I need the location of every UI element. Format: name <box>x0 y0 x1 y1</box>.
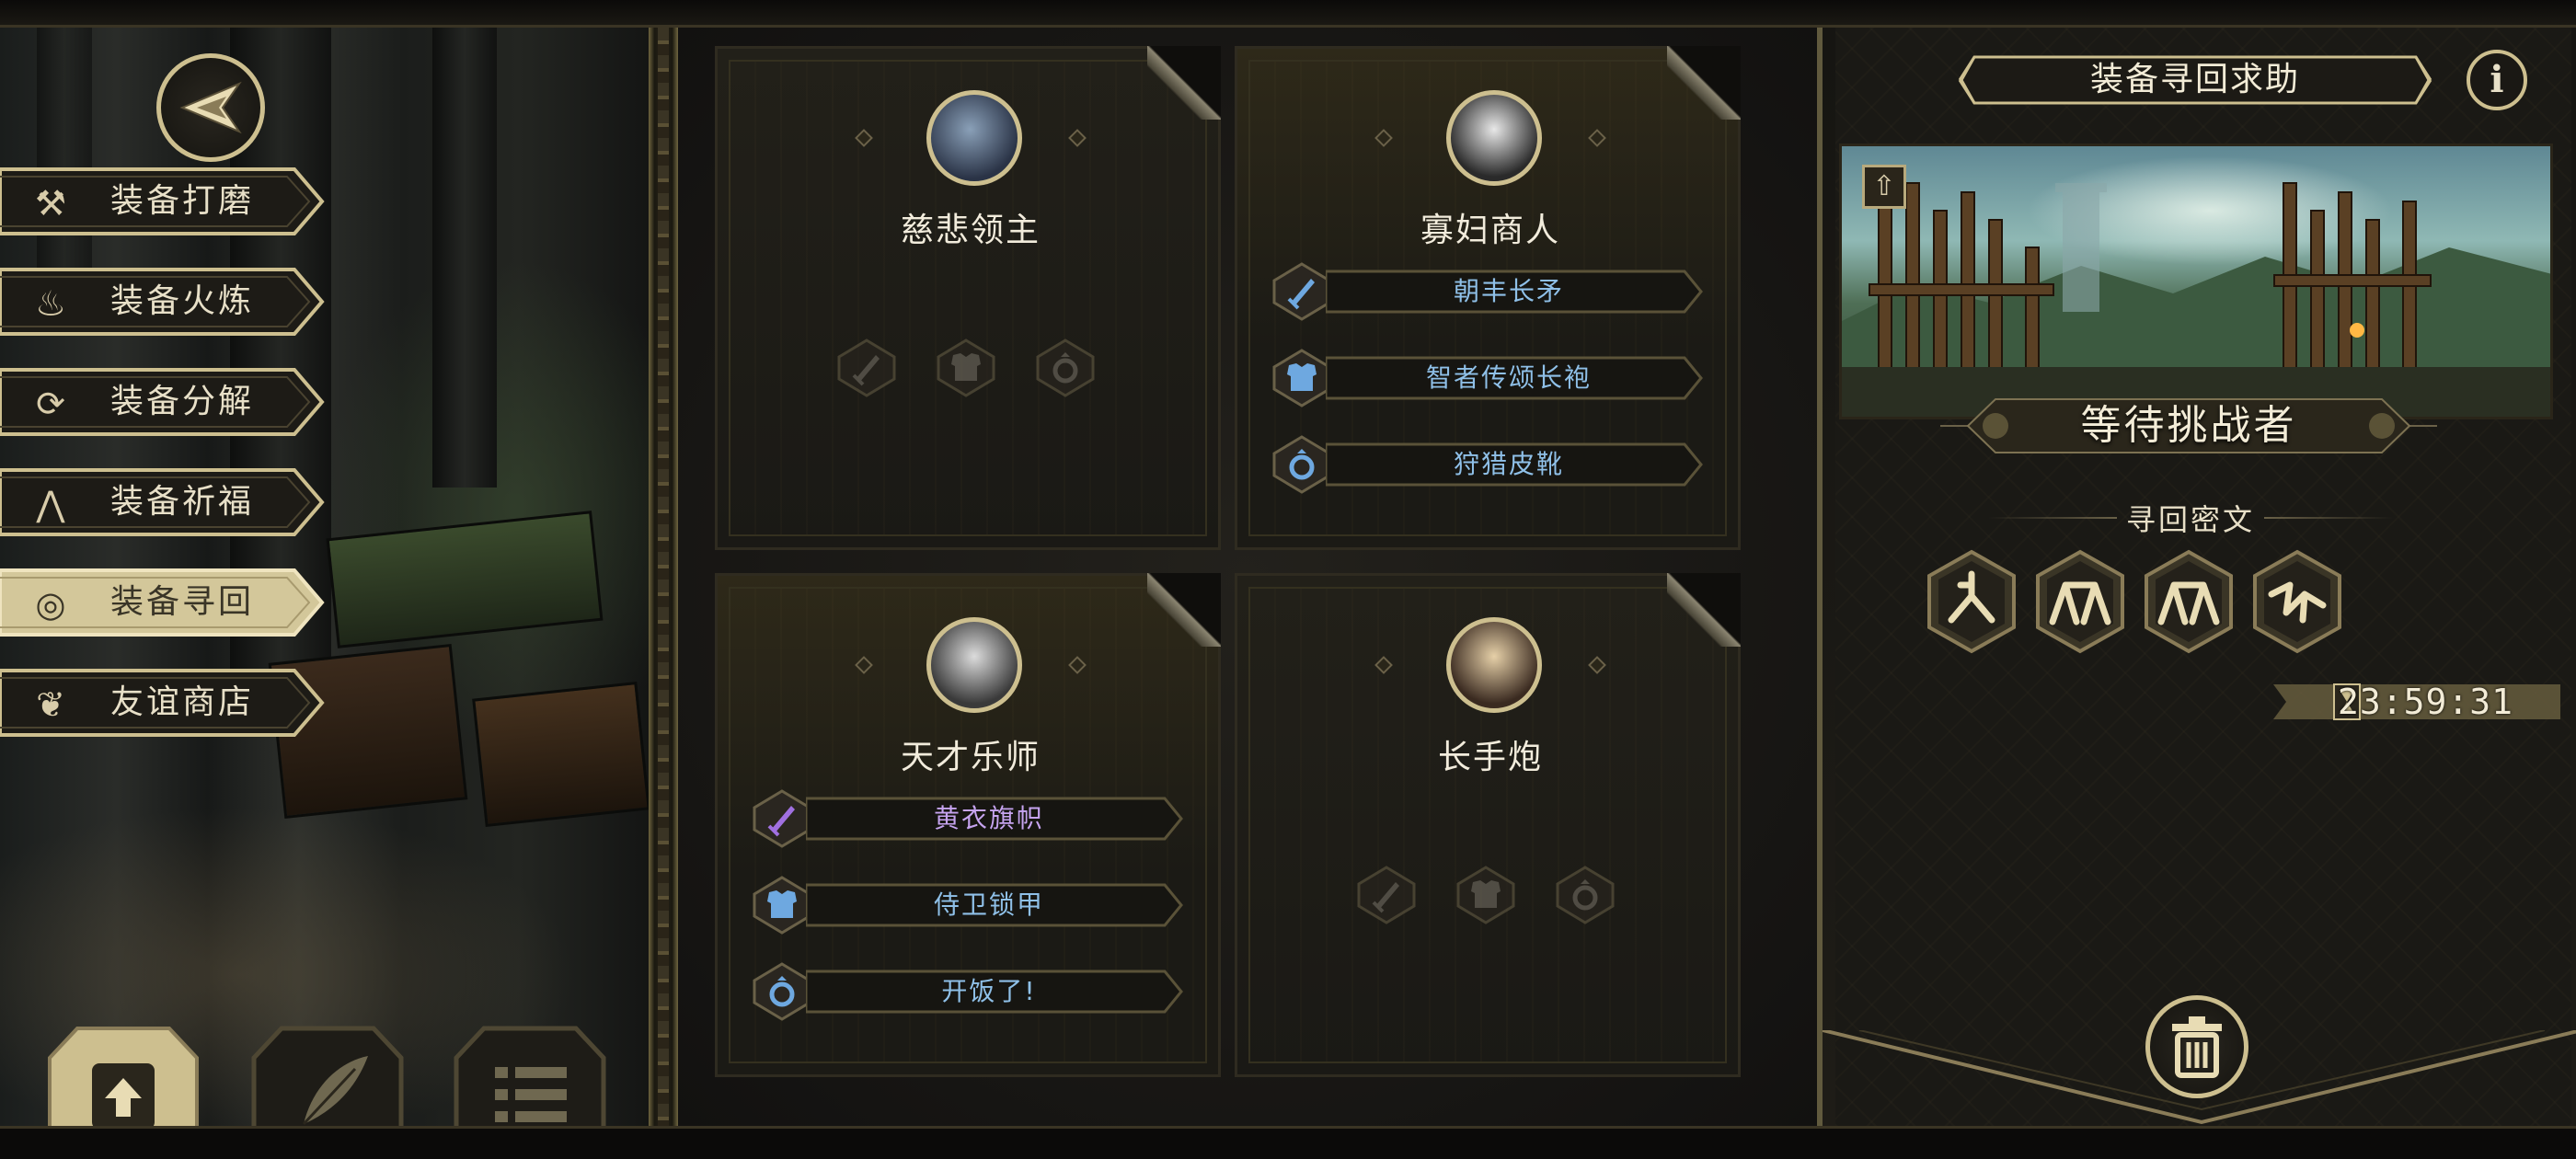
tree-trunk <box>432 28 497 488</box>
equipment-name: 开饭了! <box>941 976 1037 1006</box>
section-rule <box>1988 517 2117 519</box>
list-icon <box>495 1067 567 1122</box>
character-card[interactable]: 寡妇商人朝丰长矛智者传颂长袍 狩猎皮靴 <box>1235 46 1741 550</box>
scene-preview: ⇧ <box>1839 143 2553 419</box>
sidebar-item-label: 装备分解 <box>110 383 255 420</box>
pray-hands-icon: ⋀ <box>36 484 65 524</box>
character-name: 天才乐师 <box>900 739 1041 776</box>
sidebar-item-1[interactable]: ⚒ 装备打磨 <box>0 164 327 239</box>
sidebar-item-3[interactable]: ⟳ 装备分解 <box>0 364 327 440</box>
sword-icon <box>1272 262 1331 321</box>
character-avatar <box>926 617 1022 713</box>
feather-icon <box>304 1058 368 1122</box>
empty-slot-sword-icon[interactable] <box>837 339 900 401</box>
armor-icon <box>1272 349 1331 407</box>
wooden-crate <box>472 681 649 828</box>
equipment-row[interactable]: 开饭了! <box>753 962 1185 1021</box>
ring-icon <box>753 962 811 1021</box>
sidebar-item-label: 装备寻回 <box>110 583 255 621</box>
bottom-tab-feather[interactable] <box>248 1021 407 1126</box>
equipment-row[interactable]: 黄衣旗帜 <box>753 789 1185 848</box>
top-border <box>0 0 2576 28</box>
character-avatar <box>926 90 1022 186</box>
trash-icon <box>2172 1016 2222 1078</box>
left-panel: ⚒ 装备打磨 ♨ 装备火炼 ⟳ 装备分解 ⋀ 装备祈福 ◎ 装备寻回 ❦ 友谊商店 <box>0 28 649 1126</box>
section-title: 寻回密文 <box>2125 502 2255 537</box>
equipment-name: 黄衣旗帜 <box>933 803 1044 833</box>
equipment-name: 狩猎皮靴 <box>1453 449 1564 479</box>
character-grid: 慈悲领主 寡妇商人朝丰长矛智者传颂长袍 狩猎皮靴天才乐师黄衣旗帜侍卫锁甲开饭了! 长手… <box>678 28 1817 1126</box>
rune-3-icon[interactable] <box>2141 548 2237 655</box>
countdown-timer: 23:59:31 <box>2338 682 2514 722</box>
empty-slot-armor-icon[interactable] <box>1456 866 1519 928</box>
game-screen: { "sidebar": { "items": [ {"label": "装备打… <box>0 0 2576 1159</box>
sidebar-item-label: 装备打磨 <box>110 182 255 220</box>
back-arrow-icon <box>179 81 242 134</box>
equipment-row[interactable]: 智者传颂长袍 <box>1272 349 1705 407</box>
character-name: 寡妇商人 <box>1420 212 1560 249</box>
info-button[interactable]: i <box>2467 50 2527 110</box>
ring-icon <box>1272 435 1331 494</box>
panel-divider <box>649 28 678 1126</box>
equipment-row[interactable]: 侍卫锁甲 <box>753 876 1185 935</box>
panel-title: 装备寻回求助 <box>2089 61 2300 98</box>
sidebar-item-label: 装备祈福 <box>110 483 255 521</box>
page-curl <box>1667 573 1741 647</box>
character-name: 慈悲领主 <box>900 212 1041 249</box>
info-icon: i <box>2490 58 2504 101</box>
equipment-name: 侍卫锁甲 <box>933 889 1044 920</box>
equipment-row[interactable]: 狩猎皮靴 <box>1272 435 1705 494</box>
page-curl <box>1667 46 1741 120</box>
sidebar-item-2[interactable]: ♨ 装备火炼 <box>0 264 327 339</box>
character-card[interactable]: 天才乐师黄衣旗帜侍卫锁甲开饭了! <box>715 573 1221 1077</box>
bottom-tab-upload[interactable] <box>44 1021 202 1126</box>
sidebar-item-label: 友谊商店 <box>110 683 255 721</box>
status-label: 等待挑战者 <box>2080 402 2297 449</box>
hammer-icon: ⚒ <box>34 183 67 224</box>
armor-icon <box>753 876 811 935</box>
page-curl <box>1147 46 1221 120</box>
upload-icon <box>99 1067 145 1122</box>
disassemble-icon: ⟳ <box>36 384 65 424</box>
empty-slot-armor-icon[interactable] <box>937 339 999 401</box>
bottom-border <box>0 1126 2576 1159</box>
rune-1-icon[interactable] <box>1924 548 2019 655</box>
right-panel: 装备寻回求助 i ⇧ 等待挑战者 寻回密文 23:59:31 <box>1817 28 2576 1126</box>
sidebar-item-6[interactable]: ❦ 友谊商店 <box>0 665 327 740</box>
empty-slot-sword-icon[interactable] <box>1357 866 1420 928</box>
fox-icon: ❦ <box>36 684 65 725</box>
equipment-name: 朝丰长矛 <box>1453 276 1564 306</box>
back-button[interactable] <box>156 53 265 162</box>
character-name: 长手炮 <box>1437 739 1543 776</box>
empty-slot-ring-icon[interactable] <box>1556 866 1618 928</box>
sidebar-item-label: 装备火炼 <box>110 282 255 320</box>
sword-icon <box>753 789 811 848</box>
recall-button[interactable] <box>2145 995 2248 1098</box>
character-avatar <box>1446 617 1542 713</box>
scene-upload-icon[interactable]: ⇧ <box>1862 165 1906 209</box>
empty-slot-ring-icon[interactable] <box>1036 339 1098 401</box>
equipment-row[interactable]: 朝丰长矛 <box>1272 262 1705 321</box>
character-card[interactable]: 长手炮 <box>1235 573 1741 1077</box>
character-card[interactable]: 慈悲领主 <box>715 46 1221 550</box>
section-rule <box>2264 517 2393 519</box>
scene-artwork <box>1842 182 2550 417</box>
sidebar-item-4[interactable]: ⋀ 装备祈福 <box>0 465 327 540</box>
character-avatar <box>1446 90 1542 186</box>
wooden-board <box>326 511 604 648</box>
retrieve-target-icon: ◎ <box>35 584 66 625</box>
equipment-name: 智者传颂长袍 <box>1425 362 1592 393</box>
flame-icon: ♨ <box>34 283 67 324</box>
page-curl <box>1147 573 1221 647</box>
bottom-tab-list[interactable] <box>451 1021 609 1126</box>
sidebar-item-5[interactable]: ◎ 装备寻回 <box>0 565 327 640</box>
rune-2-icon[interactable] <box>2032 548 2128 655</box>
rune-4-icon[interactable] <box>2249 548 2345 655</box>
